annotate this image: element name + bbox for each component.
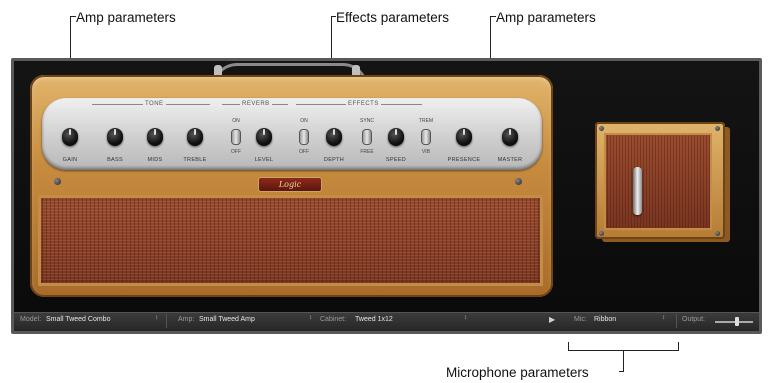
- sync-switch[interactable]: [363, 130, 371, 144]
- reverb-on-label: ON: [232, 118, 240, 124]
- model-select[interactable]: Small Tweed Combo: [46, 316, 110, 323]
- effects-on-label: ON: [300, 118, 308, 124]
- cabinet-screw-bl: [599, 231, 604, 236]
- vib-label: VIB: [421, 149, 431, 155]
- logic-logo: Logic: [258, 177, 322, 192]
- presence-label: PRESENCE: [447, 157, 481, 163]
- microphone-icon[interactable]: [633, 167, 642, 215]
- gain-knob[interactable]: [62, 128, 78, 146]
- tone-group-label: TONE: [143, 101, 166, 107]
- trem-label: TREM: [418, 118, 434, 124]
- sync-label: SYNC: [360, 118, 374, 124]
- separator: [166, 314, 167, 328]
- mic-bracket-right: [678, 342, 679, 351]
- amp-select[interactable]: Small Tweed Amp: [199, 316, 255, 323]
- treble-label: TREBLE: [183, 157, 207, 163]
- effects-group-label: EFFECTS: [346, 101, 381, 107]
- mic-callout-line: [623, 350, 624, 372]
- free-label: FREE: [360, 149, 374, 155]
- screw-left: [54, 178, 61, 185]
- cabinet-grille: [604, 133, 712, 230]
- screw-right: [515, 178, 522, 185]
- presence-knob[interactable]: [456, 128, 472, 146]
- play-icon[interactable]: ▶: [549, 315, 555, 324]
- separator: [676, 314, 677, 328]
- mids-knob[interactable]: [147, 128, 163, 146]
- trem-vib-switch[interactable]: [422, 130, 430, 144]
- master-label: MASTER: [497, 157, 523, 163]
- reverb-level-knob[interactable]: [256, 128, 272, 146]
- speed-knob[interactable]: [388, 128, 404, 146]
- output-slider-track[interactable]: [715, 321, 753, 323]
- effects-off-label: OFF: [299, 149, 309, 155]
- model-label: Model:: [20, 316, 42, 323]
- reverb-off-label: OFF: [231, 149, 241, 155]
- reverb-group-label: REVERB: [240, 101, 272, 107]
- depth-knob[interactable]: [326, 128, 342, 146]
- treble-knob[interactable]: [187, 128, 203, 146]
- mic-bracket-left: [568, 342, 569, 351]
- cabinet-screw-tr: [715, 126, 720, 131]
- cabinet-screw-tl: [599, 126, 604, 131]
- master-knob[interactable]: [502, 128, 518, 146]
- callout-amp-parameters-right: Amp parameters: [496, 10, 596, 25]
- amp-speaker-grille: [38, 195, 543, 286]
- cabinet-screw-br: [715, 231, 720, 236]
- effects-switch[interactable]: [300, 130, 308, 144]
- mic-dropdown-icon[interactable]: ↕: [662, 315, 665, 321]
- reverb-level-label: LEVEL: [254, 157, 274, 163]
- mic-label: Mic:: [574, 316, 587, 323]
- output-label: Output:: [682, 316, 705, 323]
- model-dropdown-icon[interactable]: ↕: [155, 315, 158, 321]
- mic-select[interactable]: Ribbon: [594, 316, 616, 323]
- amp-label: Amp:: [178, 316, 195, 323]
- cabinet-select[interactable]: Tweed 1x12: [355, 316, 393, 323]
- mic-callout-line-tick: [619, 371, 624, 372]
- callout-microphone-parameters: Microphone parameters: [446, 365, 589, 380]
- speed-label: SPEED: [385, 157, 407, 163]
- output-slider-thumb[interactable]: [735, 317, 739, 326]
- reverb-switch[interactable]: [232, 130, 240, 144]
- cabinet-label: Cabinet:: [320, 316, 347, 323]
- amp-dropdown-icon[interactable]: ↕: [309, 315, 312, 321]
- bass-knob[interactable]: [107, 128, 123, 146]
- callout-effects-parameters: Effects parameters: [336, 10, 450, 25]
- cabinet-dropdown-icon[interactable]: ↕: [464, 315, 467, 321]
- depth-label: DEPTH: [323, 157, 345, 163]
- gain-label: GAIN: [62, 157, 78, 163]
- callout-amp-parameters-left: Amp parameters: [76, 10, 176, 25]
